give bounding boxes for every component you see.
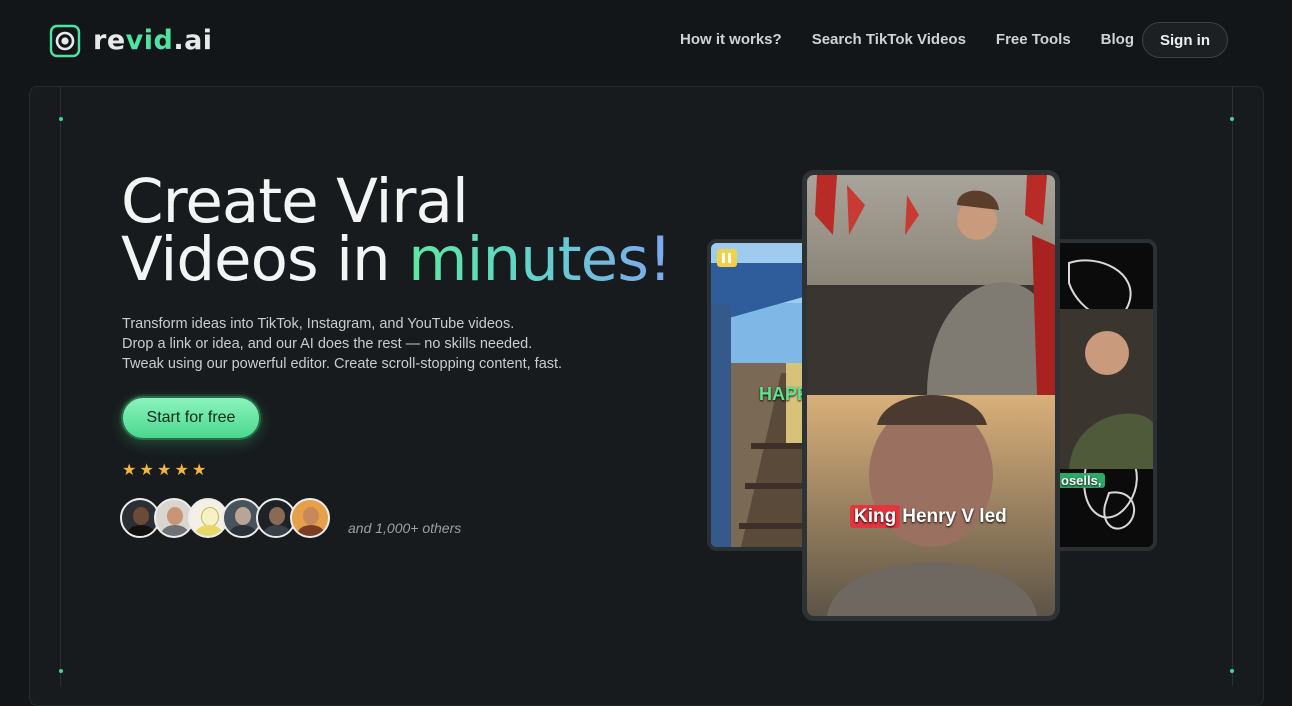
hero-description: Transform ideas into TikTok, Instagram, …	[122, 314, 562, 374]
star-icon: ★	[139, 462, 154, 479]
description-line: Transform ideas into TikTok, Instagram, …	[122, 316, 515, 332]
brand-logo[interactable]: revid.ai	[49, 23, 213, 58]
brand-suffix: .ai	[173, 24, 213, 56]
headline-line-1: Create Viral	[121, 166, 469, 237]
brand-wordmark: revid.ai	[93, 25, 213, 56]
user-avatar-stack	[120, 498, 330, 538]
historical-knight-thumbnail	[807, 175, 1055, 616]
nav-free-tools[interactable]: Free Tools	[996, 31, 1071, 48]
caption-rest: Henry V led	[902, 506, 1007, 527]
brand-prefix: re	[93, 24, 126, 56]
decor-dot	[59, 117, 63, 121]
hero-headline: Create Viral Videos in minutes!	[121, 166, 672, 290]
decor-guide-line-left	[60, 86, 61, 686]
star-icon: ★	[174, 462, 189, 479]
nav-blog[interactable]: Blog	[1101, 31, 1134, 48]
headline-plain: Videos in	[121, 224, 409, 295]
decor-dot	[1230, 117, 1234, 121]
star-icon: ★	[157, 462, 172, 479]
caption-highlight: King	[850, 505, 901, 528]
video-preview-card-main[interactable]: King Henry V led	[802, 170, 1060, 621]
top-nav-bar: revid.ai How it works? Search TikTok Vid…	[0, 0, 1292, 80]
start-for-free-button[interactable]: Start for free	[121, 396, 261, 440]
star-icon: ★	[122, 462, 137, 479]
avatar	[290, 498, 330, 538]
description-line: Drop a link or idea, and our AI does the…	[122, 336, 533, 352]
rating-stars: ★ ★ ★ ★ ★	[122, 460, 210, 480]
decor-guide-line-right	[1232, 86, 1233, 686]
right-card-caption: osells,	[1057, 473, 1106, 488]
headline-accent: minutes!	[408, 224, 672, 295]
main-nav: How it works? Search TikTok Videos Free …	[680, 31, 1164, 48]
nav-how-it-works[interactable]: How it works?	[680, 31, 782, 48]
social-proof-text: and 1,000+ others	[348, 520, 462, 536]
decor-dot	[1230, 669, 1234, 673]
camera-logo-icon	[49, 24, 81, 58]
star-icon: ★	[192, 462, 207, 479]
nav-search-tiktok-videos[interactable]: Search TikTok Videos	[812, 31, 966, 48]
decor-dot	[59, 669, 63, 673]
headline-line-2: Videos in minutes!	[121, 229, 672, 290]
main-card-caption: King Henry V led	[850, 505, 1007, 528]
brand-accent: vid	[125, 24, 174, 56]
description-line: Tweak using our powerful editor. Create …	[122, 356, 563, 372]
sign-in-button[interactable]: Sign in	[1142, 22, 1228, 58]
